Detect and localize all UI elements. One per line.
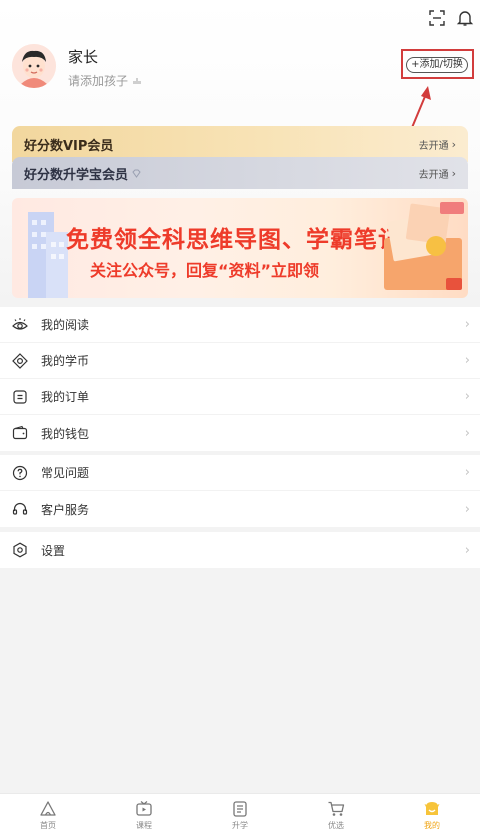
menu-group-account: 我的阅读 › 我的学币 › 我的订单 › 我的钱包 › [0, 307, 480, 451]
chevron-right-icon: › [464, 425, 470, 441]
bottom-navigation: 首页 课程 升学 优选 我的 [0, 793, 480, 834]
nav-home[interactable]: 首页 [0, 794, 96, 834]
nav-label: 升学 [232, 821, 248, 830]
menu-label: 我的钱包 [41, 426, 90, 441]
upgrade-vip-title-group: 好分数升学宝会员 [24, 164, 141, 183]
nav-label: 课程 [136, 821, 152, 830]
wallet-icon [12, 425, 28, 440]
upgrade-vip-title: 好分数升学宝会员 [24, 167, 129, 183]
chevron-right-icon: › [451, 137, 456, 151]
menu-label: 我的学币 [41, 354, 90, 368]
nav-label: 我的 [424, 821, 440, 830]
settings-icon [13, 542, 27, 558]
upgrade-vip-open-label: 去开通 [418, 169, 449, 181]
cart-icon [328, 801, 345, 816]
chevron-right-icon: › [464, 353, 470, 368]
nav-label: 首页 [40, 821, 56, 830]
menu-label: 我的阅读 [41, 318, 90, 332]
chevron-right-icon: › [464, 465, 470, 480]
course-icon [136, 801, 152, 816]
menu-item-settings[interactable]: 设置 › [0, 532, 480, 568]
nav-mine[interactable]: 我的 [384, 794, 480, 834]
avatar-image [12, 44, 56, 88]
hand-icon [133, 78, 142, 84]
home-icon [40, 801, 56, 816]
menu-item-faq[interactable]: 常见问题 › [0, 455, 480, 491]
promo-banner[interactable]: 免费领全科思维导图、学霸笔记 关注公众号，回复“资料”立即领 [12, 198, 468, 298]
menu-item-my-reading[interactable]: 我的阅读 › [0, 307, 480, 343]
menu-group-settings: 设置 › [0, 532, 480, 568]
vip-title: 好分数VIP会员 [24, 138, 114, 154]
nav-course[interactable]: 课程 [96, 794, 192, 834]
menu-label: 我的订单 [41, 390, 90, 404]
add-switch-button[interactable]: +添加/切换 [406, 57, 468, 73]
add-child-text: 请添加孩子 [68, 74, 129, 88]
banner-subtitle: 关注公众号，回复“资料”立即领 [90, 261, 320, 280]
school-icon [233, 801, 247, 817]
vip-open-link[interactable]: 去开通 › [419, 137, 456, 152]
add-child-hint[interactable]: 请添加孩子 [68, 72, 142, 89]
order-icon [13, 389, 27, 404]
menu-group-help: 常见问题 › 客户服务 › [0, 455, 480, 527]
menu-label: 设置 [41, 543, 66, 558]
user-name: 家长 [68, 48, 99, 66]
bell-icon[interactable] [456, 9, 474, 27]
chevron-right-icon: › [464, 389, 470, 404]
menu-item-my-orders[interactable]: 我的订单 › [0, 379, 480, 415]
menu-label: 客户服务 [41, 502, 90, 517]
coin-icon [12, 352, 28, 369]
menu-item-customer-service[interactable]: 客户服务 › [0, 491, 480, 527]
scan-icon[interactable] [428, 9, 446, 27]
upgrade-vip-open-link[interactable]: 去开通 › [419, 166, 456, 181]
chevron-right-icon: › [464, 317, 470, 332]
chevron-right-icon: › [464, 501, 470, 517]
profile-icon [424, 802, 440, 815]
avatar[interactable] [12, 44, 56, 88]
vip-open-label: 去开通 [418, 140, 449, 152]
question-icon [12, 465, 28, 480]
nav-school[interactable]: 升学 [192, 794, 288, 834]
nav-selected[interactable]: 优选 [288, 794, 384, 834]
menu-item-my-coins[interactable]: 我的学币 › [0, 343, 480, 379]
diamond-icon [132, 169, 141, 178]
headset-icon [12, 502, 28, 515]
eye-icon [12, 317, 28, 330]
banner-title: 免费领全科思维导图、学霸笔记 [66, 227, 402, 253]
menu-label: 常见问题 [41, 466, 90, 480]
chevron-right-icon: › [464, 542, 470, 558]
nav-label: 优选 [328, 821, 344, 830]
upgrade-vip-card[interactable]: 好分数升学宝会员 去开通 › [12, 157, 468, 189]
menu-item-my-wallet[interactable]: 我的钱包 › [0, 415, 480, 451]
books-illustration [384, 202, 464, 290]
chevron-right-icon: › [451, 166, 456, 180]
building-illustration [28, 212, 68, 298]
top-icons [428, 9, 474, 27]
